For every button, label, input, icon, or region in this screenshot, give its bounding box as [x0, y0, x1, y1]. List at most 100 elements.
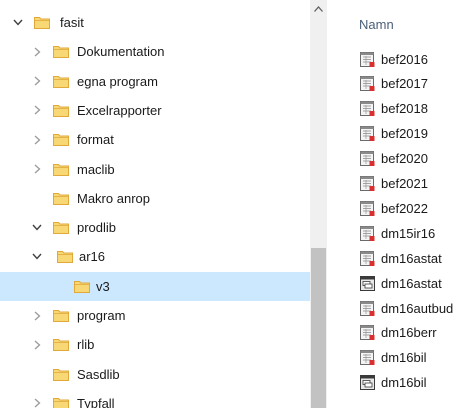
folder-icon [74, 280, 90, 293]
chevron-right-icon[interactable] [31, 46, 43, 58]
folder-icon [53, 133, 69, 147]
folder-icon [57, 250, 73, 264]
file-row[interactable]: bef2021 [327, 172, 462, 196]
file-name: dm16astat [381, 275, 442, 291]
file-row[interactable]: dm15ir16 [327, 221, 462, 245]
tree-item[interactable]: egna program [0, 67, 310, 96]
scroll-up-arrow[interactable] [310, 0, 327, 17]
tree-item-label: format [77, 132, 114, 148]
navigation-scrollbar[interactable] [310, 0, 327, 408]
file-list-pane: Namn bef2016 bef2017 bef2018 bef2019 bef2020… [327, 0, 462, 408]
chevron-right-icon[interactable] [31, 163, 43, 175]
tree-item-label: Dokumentation [77, 44, 165, 60]
tree-item[interactable]: fasit [0, 8, 310, 37]
tree-item[interactable]: Typfall [0, 389, 310, 408]
sas-dataset-icon [359, 100, 376, 117]
chevron-right-icon[interactable] [31, 134, 43, 146]
tree-item[interactable]: ar16 [0, 242, 310, 271]
file-row[interactable]: dm16bil [327, 346, 462, 370]
tree-item[interactable]: Makro anrop [0, 184, 310, 213]
folder-icon [53, 397, 69, 408]
sas-dataset-icon [359, 150, 376, 167]
file-name: bef2017 [381, 76, 428, 92]
folder-icon [53, 221, 69, 235]
sas-dataset-icon [359, 300, 376, 317]
tree-item-label: maclib [77, 161, 115, 177]
tree-item-label: Typfall [77, 395, 115, 408]
sas-dataset-icon [359, 200, 376, 217]
file-name: bef2021 [381, 176, 428, 191]
folder-icon [53, 45, 69, 59]
file-row[interactable]: bef2022 [327, 196, 462, 220]
chevron-down-icon[interactable] [12, 17, 24, 29]
file-name: bef2019 [381, 126, 428, 142]
file-name: dm16autbud [381, 300, 454, 316]
folder-icon [53, 75, 69, 88]
folder-icon [34, 16, 50, 29]
tree-item[interactable]: program [0, 301, 310, 330]
folder-icon [53, 309, 69, 322]
sas-dataset-icon [359, 225, 376, 242]
tree-item-label: fasit [60, 15, 84, 30]
tree-item[interactable]: v3 [0, 271, 310, 301]
file-row[interactable]: bef2020 [327, 147, 462, 171]
folder-icon [53, 338, 69, 352]
tree-item[interactable]: Dokumentation [0, 37, 310, 66]
folder-icon [53, 104, 69, 117]
sas-dataset-icon [359, 324, 376, 341]
file-name: bef2020 [381, 151, 428, 167]
folder-icon [53, 163, 69, 176]
chevron-right-icon[interactable] [31, 75, 43, 87]
sas-index-icon [359, 275, 376, 292]
file-row[interactable]: bef2019 [327, 122, 462, 146]
sas-dataset-icon [359, 125, 376, 142]
sas-dataset-icon [359, 51, 376, 68]
chevron-right-icon[interactable] [31, 104, 43, 116]
file-name: dm16berr [381, 325, 437, 341]
file-name: dm16bil [381, 375, 427, 391]
file-row[interactable]: dm16autbud [327, 296, 462, 320]
tree-item[interactable]: format [0, 125, 310, 154]
chevron-down-icon[interactable] [31, 222, 43, 234]
tree-item-label: Sasdlib [77, 366, 120, 382]
sas-dataset-icon [359, 75, 376, 92]
chevron-up-icon [314, 5, 323, 12]
folder-icon [53, 368, 69, 381]
sas-dataset-icon [359, 250, 376, 267]
tree-item-label: program [77, 308, 126, 323]
file-row[interactable]: dm16berr [327, 321, 462, 345]
file-row[interactable]: bef2016 [327, 47, 462, 71]
file-row[interactable]: bef2018 [327, 97, 462, 121]
tree-item-label: prodlib [77, 220, 117, 236]
file-name: dm16bil [381, 350, 427, 366]
tree-item[interactable]: Excelrapporter [0, 96, 310, 125]
file-name: bef2022 [381, 200, 428, 216]
file-name: dm15ir16 [381, 225, 436, 241]
file-name: dm16astat [381, 250, 442, 266]
tree-item-label: rlib [77, 337, 95, 353]
file-row[interactable]: bef2017 [327, 72, 462, 96]
sas-dataset-icon [359, 175, 376, 192]
tree-item-label: v3 [96, 278, 110, 294]
tree-item-label: egna program [77, 73, 158, 89]
tree-item[interactable]: prodlib [0, 213, 310, 242]
tree-item[interactable]: Sasdlib [0, 360, 310, 389]
tree-item[interactable]: rlib [0, 330, 310, 359]
tree-item-label: Makro anrop [77, 190, 150, 206]
scroll-thumb[interactable] [311, 248, 326, 408]
chevron-down-icon[interactable] [31, 251, 43, 263]
tree-item-label: ar16 [79, 249, 106, 265]
sas-index-icon [359, 374, 376, 391]
column-header-name[interactable]: Namn [359, 17, 394, 32]
sas-dataset-icon [359, 349, 376, 366]
file-row[interactable]: dm16astat [327, 271, 462, 295]
tree-item-label: Excelrapporter [77, 102, 162, 118]
tree-item[interactable]: maclib [0, 155, 310, 184]
file-row[interactable]: dm16astat [327, 246, 462, 270]
chevron-right-icon[interactable] [31, 339, 43, 351]
chevron-right-icon[interactable] [31, 310, 43, 322]
chevron-right-icon[interactable] [31, 397, 43, 408]
file-row[interactable]: dm16bil [327, 371, 462, 395]
file-name: bef2018 [381, 101, 428, 117]
navigation-pane: fasit Dokumentation egna program Excelrappo… [0, 0, 310, 408]
